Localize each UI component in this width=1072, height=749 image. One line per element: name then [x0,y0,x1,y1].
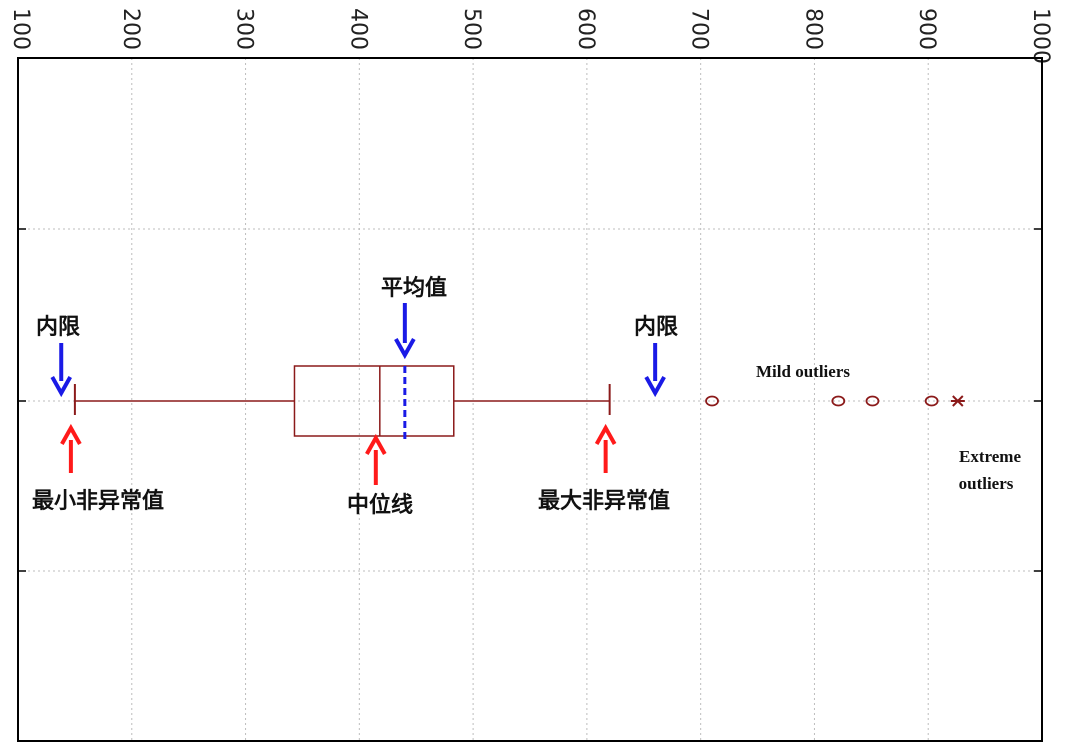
x-tick-label: 300 [232,8,257,50]
label-inner-fence-left: 内限 [36,315,80,340]
label-inner-fence-right: 内限 [634,315,678,340]
chart-background [0,0,1072,749]
boxplot-chart: 100 200 300 400 500 600 700 800 900 1000 内限 平均值 内… [0,0,1072,749]
label-max-nonoutlier: 最大非异常值 [538,488,670,514]
label-min-nonoutlier: 最小非异常值 [32,488,164,514]
x-tick-label: 500 [459,8,484,50]
label-mild-outliers: Mild outliers [756,362,850,381]
label-median: 中位线 [347,492,413,518]
x-tick-label: 800 [800,8,825,50]
x-tick-label: 1000 [1028,8,1053,64]
x-tick-label: 400 [345,8,370,50]
x-tick-label: 700 [687,8,712,50]
label-extreme-outliers-line1: Extreme [959,447,1021,466]
x-tick-label: 100 [8,8,33,50]
x-tick-label: 200 [118,8,143,50]
x-tick-label: 600 [573,8,598,50]
label-extreme-outliers-line2: outliers [959,474,1014,493]
label-mean: 平均值 [381,275,447,301]
x-tick-label: 900 [914,8,939,50]
